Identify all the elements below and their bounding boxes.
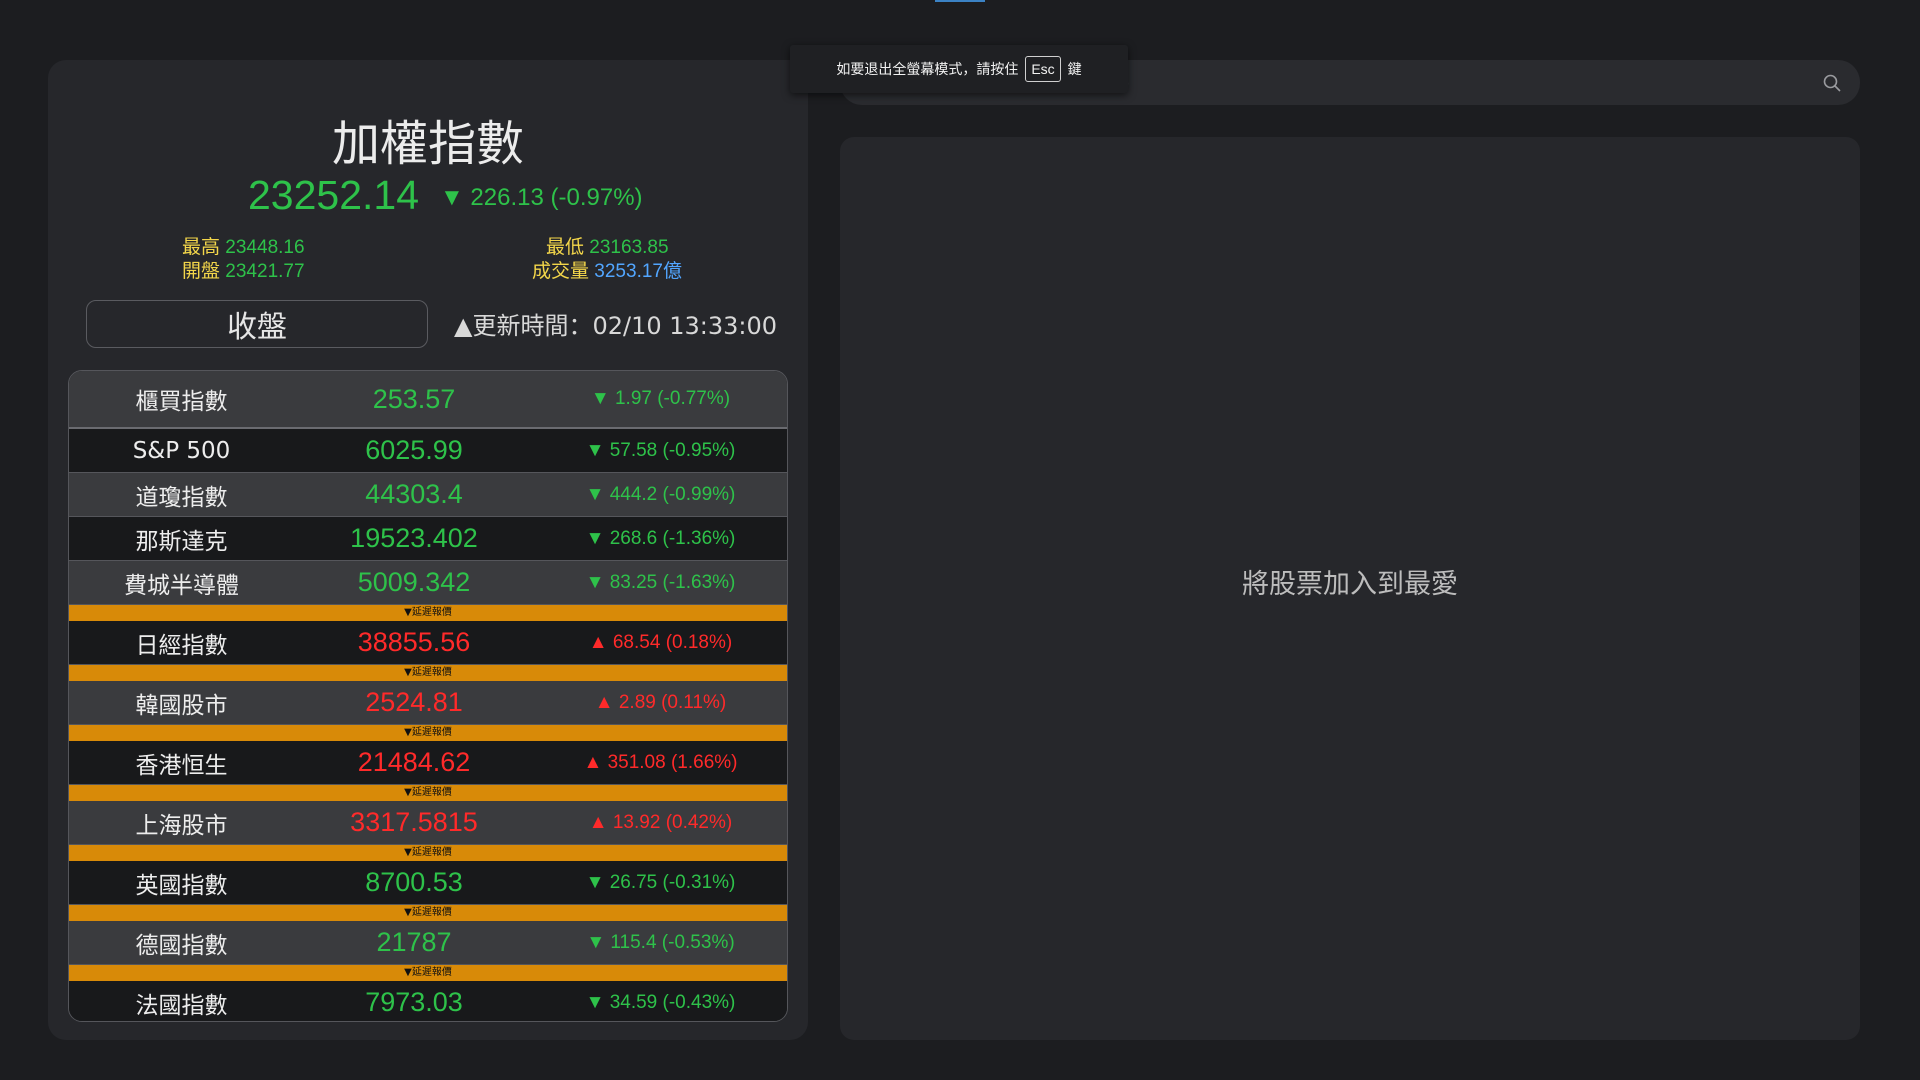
update-time: ▲更新時間：02/10 13:33:00 [454,312,778,340]
quote-change: ▼ 34.59 (-0.43%) [585,991,736,1013]
quote-change: ▲ 68.54 (0.18%) [588,631,733,653]
quote-name: S&P 500 [132,437,231,464]
stat-volume-value: 3253.17億 [594,261,682,282]
quote-price: 253.57 [372,383,456,414]
delay-quote-bar: ▼延遲報價 [69,845,787,861]
favorites-panel: 將股票加入到最愛 [840,137,1860,1040]
stat-low-value: 23163.85 [589,237,669,258]
quote-row[interactable]: 韓國股市 2524.81 ▲ 2.89 (0.11%) [69,681,787,725]
quote-change: ▲ 2.89 (0.11%) [594,691,727,713]
quote-row[interactable]: 德國指數 21787 ▼ 115.4 (-0.53%) [69,921,787,965]
quote-price: 2524.81 [365,687,463,717]
stat-volume: 成交量 3253.17億 [532,256,682,283]
quote-name: 法國指數 [135,992,228,1019]
quote-row[interactable]: 法國指數 7973.03 ▼ 34.59 (-0.43%) [69,981,787,1021]
quote-name: 日經指數 [135,632,228,659]
quote-name: 韓國股市 [135,692,228,719]
quote-change: ▼ 444.2 (-0.99%) [585,483,736,505]
delay-quote-bar: ▼延遲報價 [69,725,787,741]
quote-row[interactable]: 上海股市 3317.5815 ▲ 13.92 (0.42%) [69,801,787,845]
quote-price: 19523.402 [350,523,478,553]
index-title: 加權指數 [331,116,524,172]
fullscreen-exit-toast: 如要退出全螢幕模式，請按住 Esc 鍵 [790,45,1128,93]
stat-volume-label: 成交量 [532,261,590,282]
quote-change: ▼ 268.6 (-1.36%) [585,527,736,549]
quote-change: ▲ 351.08 (1.66%) [583,751,738,773]
favorites-empty-text: 將股票加入到最愛 [1242,569,1458,600]
stat-low: 最低 23163.85 [546,232,669,259]
quote-name: 道瓊指數 [135,484,228,511]
market-status-button[interactable]: 收盤 [86,300,428,348]
index-value: 23252.14 [248,172,420,218]
quote-price: 21484.62 [357,747,471,777]
stat-low-label: 最低 [546,237,585,258]
toast-prefix: 如要退出全螢幕模式，請按住 [836,62,1019,78]
quote-price: 6025.99 [365,435,463,465]
quote-row[interactable]: 費城半導體 5009.342 ▼ 83.25 (-1.63%) [69,561,787,605]
stat-high: 最高 23448.16 [182,232,305,259]
quote-row[interactable]: 英國指數 8700.53 ▼ 26.75 (-0.31%) [69,861,787,905]
quote-price: 8700.53 [365,867,463,897]
quote-name: 那斯達克 [135,528,228,555]
delay-quote-bar: ▼延遲報價 [69,905,787,921]
toast-suffix: 鍵 [1067,62,1082,78]
stat-open-value: 23421.77 [225,261,305,282]
quote-name: 香港恒生 [135,752,228,779]
stat-open: 開盤 23421.77 [182,256,305,283]
quote-change: ▼ 1.97 (-0.77%) [590,388,731,409]
quote-price: 38855.56 [357,627,471,657]
quote-row[interactable]: 香港恒生 21484.62 ▲ 351.08 (1.66%) [69,741,787,785]
quote-change: ▼ 83.25 (-1.63%) [585,571,736,593]
delay-quote-bar: ▼延遲報價 [69,605,787,621]
quote-row[interactable]: 櫃買指數 253.57 ▼ 1.97 (-0.77%) [69,371,787,429]
quote-row[interactable]: 道瓊指數 44303.4 ▼ 444.2 (-0.99%) [69,473,787,517]
quote-price: 44303.4 [365,479,463,509]
quote-change: ▼ 115.4 (-0.53%) [586,931,735,953]
quote-price: 21787 [376,927,452,957]
delay-quote-bar: ▼延遲報價 [69,785,787,801]
quote-name: 英國指數 [135,872,228,899]
quote-change: ▲ 13.92 (0.42%) [588,811,733,833]
quote-price: 7973.03 [365,987,463,1017]
quote-name: 德國指數 [135,932,228,959]
quote-name: 費城半導體 [124,572,239,599]
quote-change: ▼ 57.58 (-0.95%) [585,439,736,461]
quote-name: 櫃買指數 [135,389,228,415]
quote-price: 3317.5815 [350,807,478,837]
top-accent-line [935,0,985,2]
quote-row[interactable]: S&P 500 6025.99 ▼ 57.58 (-0.95%) [69,429,787,473]
quote-name: 上海股市 [135,812,228,839]
stat-open-label: 開盤 [182,261,221,282]
quote-change: ▼ 26.75 (-0.31%) [585,871,736,893]
delay-quote-bar: ▼延遲報價 [69,965,787,981]
stat-high-value: 23448.16 [225,237,305,258]
esc-key: Esc [1025,56,1061,82]
quote-price: 5009.342 [357,567,471,597]
delay-quote-bar: ▼延遲報價 [69,665,787,681]
search-icon[interactable] [1822,73,1842,93]
stat-high-label: 最高 [182,237,221,258]
quote-row[interactable]: 日經指數 38855.56 ▲ 68.54 (0.18%) [69,621,787,665]
index-panel: 加權指數 23252.14 ▼ 226.13 (-0.97%) 最高 23448… [48,60,808,1040]
quote-row[interactable]: 那斯達克 19523.402 ▼ 268.6 (-1.36%) [69,517,787,561]
index-change: ▼ 226.13 (-0.97%) [440,184,643,211]
quote-table: 櫃買指數 253.57 ▼ 1.97 (-0.77%) S&P 500 6025.99 ▼… [68,370,788,1022]
